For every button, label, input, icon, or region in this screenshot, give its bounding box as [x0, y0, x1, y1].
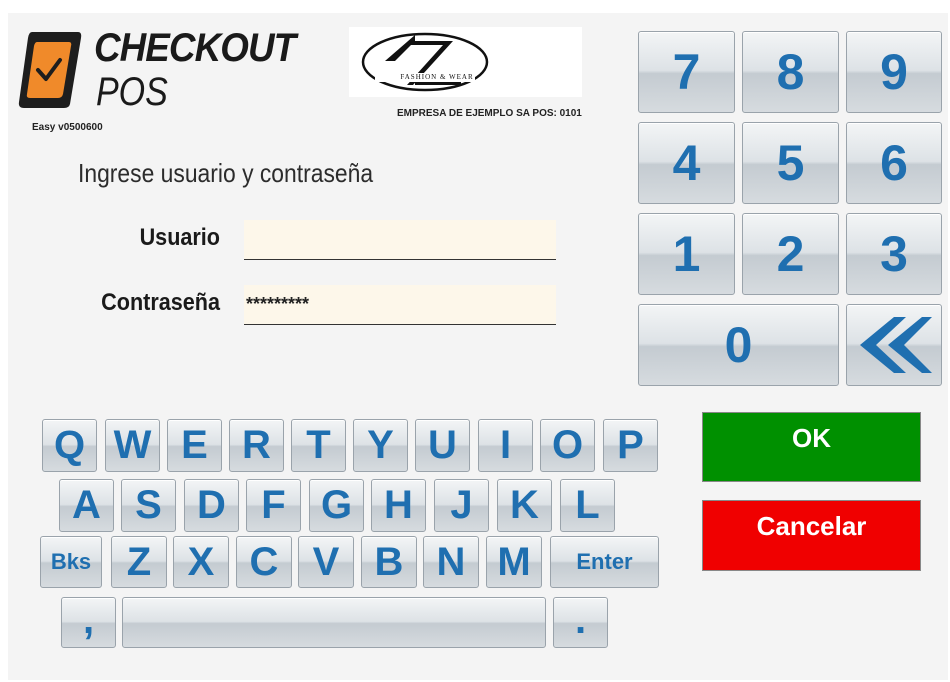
key-z[interactable]: Z: [111, 536, 167, 588]
login-prompt: Ingrese usuario y contraseña: [78, 158, 374, 188]
numpad-backspace-button[interactable]: [846, 304, 942, 386]
key-k[interactable]: K: [497, 479, 552, 532]
key-v[interactable]: V: [298, 536, 354, 588]
key-u[interactable]: U: [415, 419, 470, 472]
brand-subtitle: POS: [96, 70, 168, 114]
app-version: Easy v0500600: [32, 122, 103, 133]
double-left-arrow-icon: [860, 317, 932, 373]
key-s[interactable]: S: [121, 479, 176, 532]
numpad-key-3[interactable]: 3: [846, 213, 942, 295]
brand-name: CHECKOUT: [94, 26, 296, 70]
user-input[interactable]: [244, 220, 556, 260]
key-t[interactable]: T: [291, 419, 346, 472]
numpad-key-2[interactable]: 2: [742, 213, 839, 295]
space-bar[interactable]: [122, 597, 546, 648]
numpad-key-1[interactable]: 1: [638, 213, 735, 295]
key-w[interactable]: W: [105, 419, 160, 472]
checkout-logo-icon: [18, 32, 82, 108]
key-p[interactable]: P: [603, 419, 658, 472]
key-h[interactable]: H: [371, 479, 426, 532]
company-label: EMPRESA DE EJEMPLO SA POS: 0101: [397, 108, 582, 119]
user-label: Usuario: [139, 224, 220, 251]
key-b[interactable]: B: [361, 536, 417, 588]
key-x[interactable]: X: [173, 536, 229, 588]
company-logo-text: FASHION & WEAR: [400, 73, 474, 81]
key-m[interactable]: M: [486, 536, 542, 588]
numpad-key-9[interactable]: 9: [846, 31, 942, 113]
numpad-key-5[interactable]: 5: [742, 122, 839, 204]
company-logo-icon: [361, 32, 489, 92]
cancel-button[interactable]: Cancelar: [702, 500, 921, 571]
key-g[interactable]: G: [309, 479, 364, 532]
password-label: Contraseña: [101, 289, 220, 316]
key-y[interactable]: Y: [353, 419, 408, 472]
key-d[interactable]: D: [184, 479, 239, 532]
backspace-key[interactable]: Bks: [40, 536, 102, 588]
key-i[interactable]: I: [478, 419, 533, 472]
key-q[interactable]: Q: [42, 419, 97, 472]
numpad-key-7[interactable]: 7: [638, 31, 735, 113]
numpad-key-0[interactable]: 0: [638, 304, 839, 386]
enter-key[interactable]: Enter: [550, 536, 659, 588]
password-input[interactable]: [244, 285, 556, 325]
key-o[interactable]: O: [540, 419, 595, 472]
company-logo: FASHION & WEAR: [349, 27, 582, 97]
numpad-key-4[interactable]: 4: [638, 122, 735, 204]
numpad-key-6[interactable]: 6: [846, 122, 942, 204]
key-f[interactable]: F: [246, 479, 301, 532]
key-c[interactable]: C: [236, 536, 292, 588]
comma-key[interactable]: ,: [61, 597, 116, 648]
key-j[interactable]: J: [434, 479, 489, 532]
key-a[interactable]: A: [59, 479, 114, 532]
key-r[interactable]: R: [229, 419, 284, 472]
key-l[interactable]: L: [560, 479, 615, 532]
numpad-key-8[interactable]: 8: [742, 31, 839, 113]
period-key[interactable]: .: [553, 597, 608, 648]
key-e[interactable]: E: [167, 419, 222, 472]
ok-button[interactable]: OK: [702, 412, 921, 482]
key-n[interactable]: N: [423, 536, 479, 588]
